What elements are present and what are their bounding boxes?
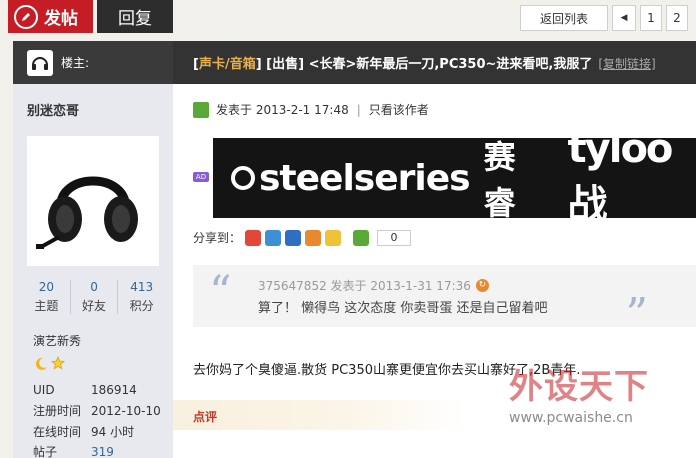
page-1-label: 1 bbox=[647, 11, 655, 25]
page-2-link[interactable]: 2 bbox=[666, 5, 688, 31]
category-link[interactable]: 声卡/音箱 bbox=[199, 57, 256, 72]
info-row-uid: UID 186914 bbox=[33, 380, 161, 401]
quote-time: 2013-1-31 17:36 bbox=[370, 278, 471, 293]
banner-brand: steelseries bbox=[231, 157, 471, 199]
thread-title: [声卡/音箱] [出售] <长春>新年最后一刀,PC350~进来看吧,我服了 [复… bbox=[193, 57, 656, 72]
quote-text: 算了！ 懒得鸟 这次态度 你卖哥蛋 还是自己留着吧 bbox=[258, 301, 548, 316]
renren-share-icon[interactable] bbox=[285, 229, 302, 246]
reply-label: 回复 bbox=[118, 9, 152, 29]
info-key: 注册时间 bbox=[33, 404, 82, 419]
stat-friends-value: 0 bbox=[90, 280, 98, 294]
author-profile: 别迷恋哥 20 主题 0 好友 413 积分 演艺新秀 UID 186914 注… bbox=[13, 84, 173, 458]
quote-user: 375647852 bbox=[258, 278, 327, 293]
thread-author-cell: 楼主: bbox=[13, 41, 173, 84]
more-share-icon[interactable] bbox=[353, 229, 370, 246]
new-post-button[interactable]: 发帖 bbox=[8, 0, 93, 33]
thread-header: 楼主: [声卡/音箱] [出售] <长春>新年最后一刀,PC350~进来看吧,我… bbox=[13, 41, 696, 84]
top-toolbar: 发帖 回复 返回列表 ◀ 1 2 bbox=[0, 0, 696, 38]
page-1-link[interactable]: 1 bbox=[640, 5, 662, 31]
weibo-share-icon[interactable] bbox=[245, 229, 262, 246]
thread-title-text: [出售] <长春>新年最后一刀,PC350~进来看吧,我服了 bbox=[266, 57, 593, 72]
watermark-url: www.pcwaishe.cn bbox=[509, 410, 633, 426]
author-only-link[interactable]: 只看该作者 bbox=[369, 101, 429, 118]
quote-meta: 375647852 发表于 2013-1-31 17:36 ↻ bbox=[258, 277, 489, 294]
username-link[interactable]: 别迷恋哥 bbox=[27, 100, 79, 119]
back-label: 返回列表 bbox=[539, 11, 588, 26]
post-content: 发表于 2013-2-1 17:48 | 只看该作者 AD steelserie… bbox=[173, 84, 696, 458]
share-count: 0 bbox=[377, 229, 412, 246]
site-watermark: 外设天下 www.pcwaishe.cn bbox=[509, 359, 669, 426]
stat-friends[interactable]: 0 好友 bbox=[71, 280, 119, 314]
ad-banner[interactable]: steelseries 赛睿 tyloo战 bbox=[213, 138, 696, 218]
pagination: 返回列表 ◀ 1 2 bbox=[520, 5, 688, 31]
watermark-title: 外设天下 bbox=[509, 367, 649, 407]
open-quote-icon: “ bbox=[209, 267, 232, 318]
profile-info: UID 186914 注册时间 2012-10-10 在线时间 94 小时 帖子… bbox=[33, 380, 161, 458]
steelseries-logo-icon bbox=[231, 166, 255, 190]
copy-link-button[interactable]: [复制链接] bbox=[598, 57, 655, 71]
avatar[interactable] bbox=[27, 136, 159, 266]
edit-icon bbox=[14, 4, 38, 29]
banner-brand-text: steelseries bbox=[259, 157, 471, 199]
stat-points[interactable]: 413 积分 bbox=[118, 280, 165, 314]
star-icon bbox=[51, 356, 65, 370]
info-key: 在线时间 bbox=[33, 424, 82, 439]
posted-prefix: 发表于 bbox=[216, 103, 253, 117]
banner-partner-text: tyloo战 bbox=[567, 138, 674, 218]
rank-stars bbox=[33, 356, 65, 372]
douban-share-icon[interactable] bbox=[325, 229, 342, 246]
new-post-label: 发帖 bbox=[44, 9, 78, 29]
stat-threads-label: 主题 bbox=[34, 299, 59, 313]
stat-friends-label: 好友 bbox=[82, 299, 107, 313]
info-row-registered: 注册时间 2012-10-10 bbox=[33, 401, 161, 422]
info-key: UID bbox=[33, 383, 55, 398]
stat-threads-value: 20 bbox=[38, 280, 54, 294]
info-key: 帖子 bbox=[33, 445, 58, 458]
prev-page-button[interactable]: ◀ bbox=[612, 5, 636, 31]
posts-count-link[interactable]: 319 bbox=[91, 445, 114, 458]
quoted-reply: “ 375647852 发表于 2013-1-31 17:36 ↻ 算了！ 懒得… bbox=[193, 265, 696, 340]
info-row-online: 在线时间 94 小时 bbox=[33, 421, 161, 442]
profile-stats: 20 主题 0 好友 413 积分 bbox=[23, 280, 165, 314]
page-2-label: 2 bbox=[673, 11, 681, 25]
quote-posted-prefix: 发表于 bbox=[330, 279, 367, 293]
close-quote-icon: ” bbox=[625, 289, 649, 340]
info-value: 94 小时 bbox=[91, 424, 135, 439]
banner-cn-text: 赛睿 bbox=[483, 138, 516, 218]
stat-points-label: 积分 bbox=[129, 299, 154, 313]
goto-post-icon[interactable]: ↻ bbox=[475, 279, 489, 292]
post-meta: 发表于 2013-2-1 17:48 | 只看该作者 bbox=[193, 101, 429, 118]
ad-badge: AD bbox=[193, 172, 209, 182]
headset-avatar-icon bbox=[36, 176, 138, 249]
share-label: 分享到： bbox=[193, 231, 242, 245]
stat-points-value: 413 bbox=[130, 280, 154, 294]
thread-author-label: 楼主: bbox=[61, 56, 90, 70]
moon-icon bbox=[35, 357, 47, 370]
reply-button[interactable]: 回复 bbox=[97, 0, 173, 33]
rating-section: 点评 bbox=[173, 400, 466, 430]
rating-label: 点评 bbox=[193, 410, 218, 424]
qzone-share-icon[interactable] bbox=[265, 229, 282, 246]
info-row-posts: 帖子 319 bbox=[33, 442, 161, 458]
online-status-icon bbox=[193, 101, 209, 118]
kaixin-share-icon[interactable] bbox=[305, 229, 322, 246]
meta-divider: | bbox=[356, 102, 361, 117]
user-rank[interactable]: 演艺新秀 bbox=[33, 332, 81, 349]
info-value: 2012-10-10 bbox=[91, 403, 161, 418]
info-value: 186914 bbox=[91, 383, 137, 398]
posted-time: 2013-2-1 17:48 bbox=[255, 102, 349, 117]
share-bar: 分享到： 0 bbox=[193, 229, 412, 246]
stat-threads[interactable]: 20 主题 bbox=[23, 280, 71, 314]
headphone-icon bbox=[27, 49, 53, 76]
prev-arrow-icon: ◀ bbox=[620, 13, 628, 23]
back-to-list-button[interactable]: 返回列表 bbox=[520, 5, 608, 31]
